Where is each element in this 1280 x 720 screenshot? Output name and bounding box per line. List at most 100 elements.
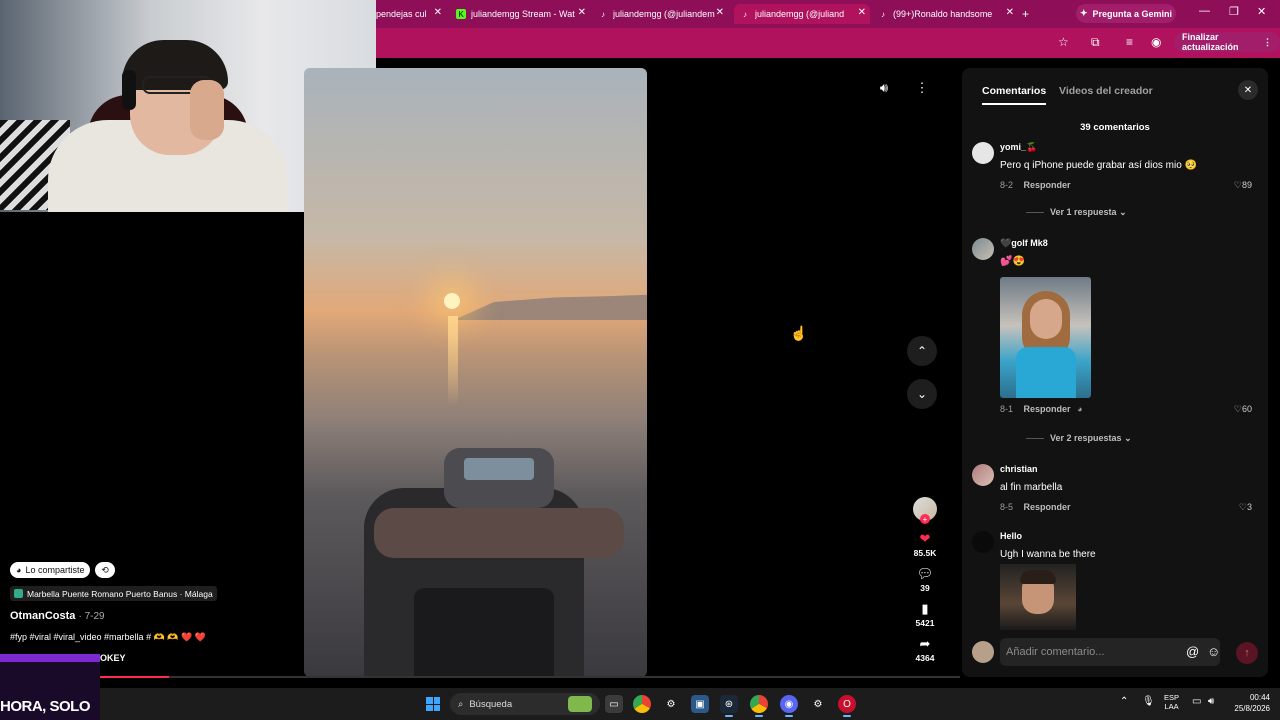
speaker-icon[interactable]: 🔊︎ [1208, 696, 1214, 707]
music-title[interactable]: OKEY [100, 653, 126, 663]
chevron-up-icon[interactable]: ⌃ [1120, 696, 1128, 707]
volume-icon[interactable]: 🔊︎ [872, 76, 896, 100]
tab-creator-videos[interactable]: Videos del creador [1059, 85, 1153, 97]
tab-search-icon[interactable]: ≡ [1126, 35, 1133, 49]
chevron-down-icon: ⌄ [1119, 207, 1127, 217]
comment-meta: 8-1 Responder ◕ [1000, 404, 1083, 414]
save-button[interactable]: ▮ 5421 [905, 602, 945, 629]
discord-icon[interactable]: ◉ [780, 695, 798, 717]
send-button[interactable]: ↑ [1236, 642, 1258, 664]
tool-icon[interactable]: ⚙ [809, 695, 827, 713]
tiktok-icon: ♪ [743, 9, 747, 19]
avatar[interactable] [972, 142, 994, 164]
close-icon[interactable]: ✕ [578, 7, 586, 18]
stream-overlay-text: HORA, SOLO [0, 698, 91, 715]
comment-username[interactable]: christian [1000, 464, 1038, 474]
clock-date: 25/8/2026 [1234, 704, 1270, 713]
tab-pendejas[interactable]: pendejas cul ✕ [376, 4, 446, 24]
share-button[interactable]: ➦ 4364 [905, 637, 945, 664]
hand-cursor-icon: ☝ [790, 325, 808, 341]
bookmark-star-icon[interactable]: ☆ [1058, 35, 1069, 49]
network-icon[interactable]: ▭ [1192, 696, 1201, 707]
tab-tiktok-ronaldo[interactable]: ♪ (99+)Ronaldo handsome ✕ [878, 4, 1018, 24]
close-window-icon[interactable]: ✕ [1257, 5, 1266, 18]
app-icon[interactable]: ▣ [691, 695, 709, 713]
opera-gx-icon[interactable]: O [838, 695, 856, 717]
close-icon[interactable]: ✕ [1006, 7, 1014, 18]
follow-plus-icon[interactable]: + [920, 514, 930, 524]
shared-chip[interactable]: ◕ Lo compartiste [10, 562, 91, 578]
reply-button[interactable]: Responder [1024, 502, 1071, 512]
steam-icon[interactable]: ⊛ [720, 695, 738, 717]
ask-gemini-button[interactable]: ✦ Pregunta a Gemini [1076, 4, 1176, 23]
comment-image[interactable] [1000, 277, 1091, 398]
microphone-icon[interactable]: 🎙︎ [1142, 696, 1155, 707]
location-tag[interactable]: Marbella Puente Romano Puerto Banus · Má… [10, 586, 217, 601]
comment-username[interactable]: Hello [1000, 531, 1022, 541]
panel-tabs: Comentarios Videos del creador ✕ [962, 68, 1268, 112]
view-replies-button[interactable]: Ver 2 respuestas ⌄ [1026, 433, 1132, 444]
gemini-label: Pregunta a Gemini [1092, 8, 1173, 19]
mention-icon[interactable]: @ [1186, 644, 1199, 659]
task-view-icon[interactable]: ▭ [605, 695, 623, 713]
search-highlight-icon [568, 696, 592, 712]
comment-like[interactable]: ♡60 [1234, 404, 1252, 415]
like-button[interactable]: ❤ 85.5K [905, 532, 945, 559]
repost-icon[interactable]: ⟲ [95, 562, 115, 578]
close-icon[interactable]: ✕ [716, 7, 724, 18]
avatar[interactable] [972, 531, 994, 553]
language-indicator[interactable]: ESP LAA [1164, 693, 1179, 711]
comment-like[interactable]: ♡3 [1239, 502, 1252, 513]
minimize-icon[interactable]: — [1199, 5, 1210, 17]
close-icon[interactable]: ✕ [858, 7, 866, 18]
next-video-button[interactable]: ⌄ [907, 379, 937, 409]
finalize-update-button[interactable]: Finalizar actualización ⋮ [1174, 32, 1280, 52]
comment-button[interactable]: 💬︎ 39 [905, 567, 945, 594]
avatar[interactable] [972, 464, 994, 486]
video-progress-bar[interactable] [100, 676, 960, 678]
reply-button[interactable]: Responder [1024, 404, 1071, 414]
author-name[interactable]: OtmanCosta [10, 610, 75, 622]
more-options-icon[interactable]: ⋮ [910, 76, 934, 100]
emoji-icon[interactable]: ☺ [1207, 644, 1220, 659]
comment-username[interactable]: 🖤golf Mk8 [1000, 238, 1048, 249]
tab-comments[interactable]: Comentarios [982, 85, 1047, 105]
distant-hills [454, 294, 647, 320]
my-avatar [972, 641, 994, 663]
chrome-active-icon[interactable] [750, 695, 768, 717]
close-icon[interactable]: ✕ [1238, 80, 1258, 100]
streamer-hand [190, 80, 224, 140]
tab-tiktok-active[interactable]: ♪ juliandemgg (@juliand ✕ [734, 4, 870, 24]
view-replies-button[interactable]: Ver 1 respuesta ⌄ [1026, 207, 1127, 218]
comment-text: Pero q iPhone puede grabar así dios mio … [1000, 160, 1198, 171]
comment-gif[interactable] [1000, 564, 1076, 630]
sun-reflection [448, 316, 458, 406]
comment-meta: 8-5 Responder [1000, 502, 1071, 512]
profile-icon[interactable]: ◉ [1151, 35, 1161, 49]
comment-like[interactable]: ♡89 [1234, 180, 1252, 191]
tab-twitch-stream[interactable]: K juliandemgg Stream - Wat ✕ [456, 4, 590, 24]
stream-banner-stripe [0, 654, 100, 662]
windows-start-icon[interactable] [426, 697, 440, 711]
previous-video-button[interactable]: ⌃ [907, 336, 937, 366]
kebab-menu-icon[interactable]: ⋮ [1263, 37, 1272, 48]
headset [122, 70, 136, 110]
maximize-icon[interactable]: ❐ [1229, 5, 1239, 18]
close-icon[interactable]: ✕ [434, 7, 442, 18]
tab-tiktok-1[interactable]: ♪ juliandemgg (@juliandem ✕ [598, 4, 728, 24]
settings-gear-icon[interactable]: ⚙ [662, 695, 680, 713]
extensions-icon[interactable]: ⧉ [1091, 35, 1100, 50]
system-clock[interactable]: 00:44 25/8/2026 [1226, 692, 1270, 714]
reply-button[interactable]: Responder [1024, 180, 1071, 190]
search-icon: ⌕ [458, 698, 464, 710]
video-player[interactable] [304, 68, 647, 677]
gif-hair [1020, 570, 1056, 584]
chrome-icon[interactable] [633, 695, 651, 713]
video-progress-fill [100, 676, 169, 678]
comment-username[interactable]: yomi_🍒 [1000, 142, 1037, 153]
new-tab-button[interactable]: + [1022, 4, 1036, 24]
jetski-handlebar [374, 508, 624, 558]
taskbar-search[interactable]: ⌕ Búsqueda [450, 693, 600, 715]
tab-label: juliandemgg Stream - Wat [471, 9, 575, 19]
avatar[interactable] [972, 238, 994, 260]
